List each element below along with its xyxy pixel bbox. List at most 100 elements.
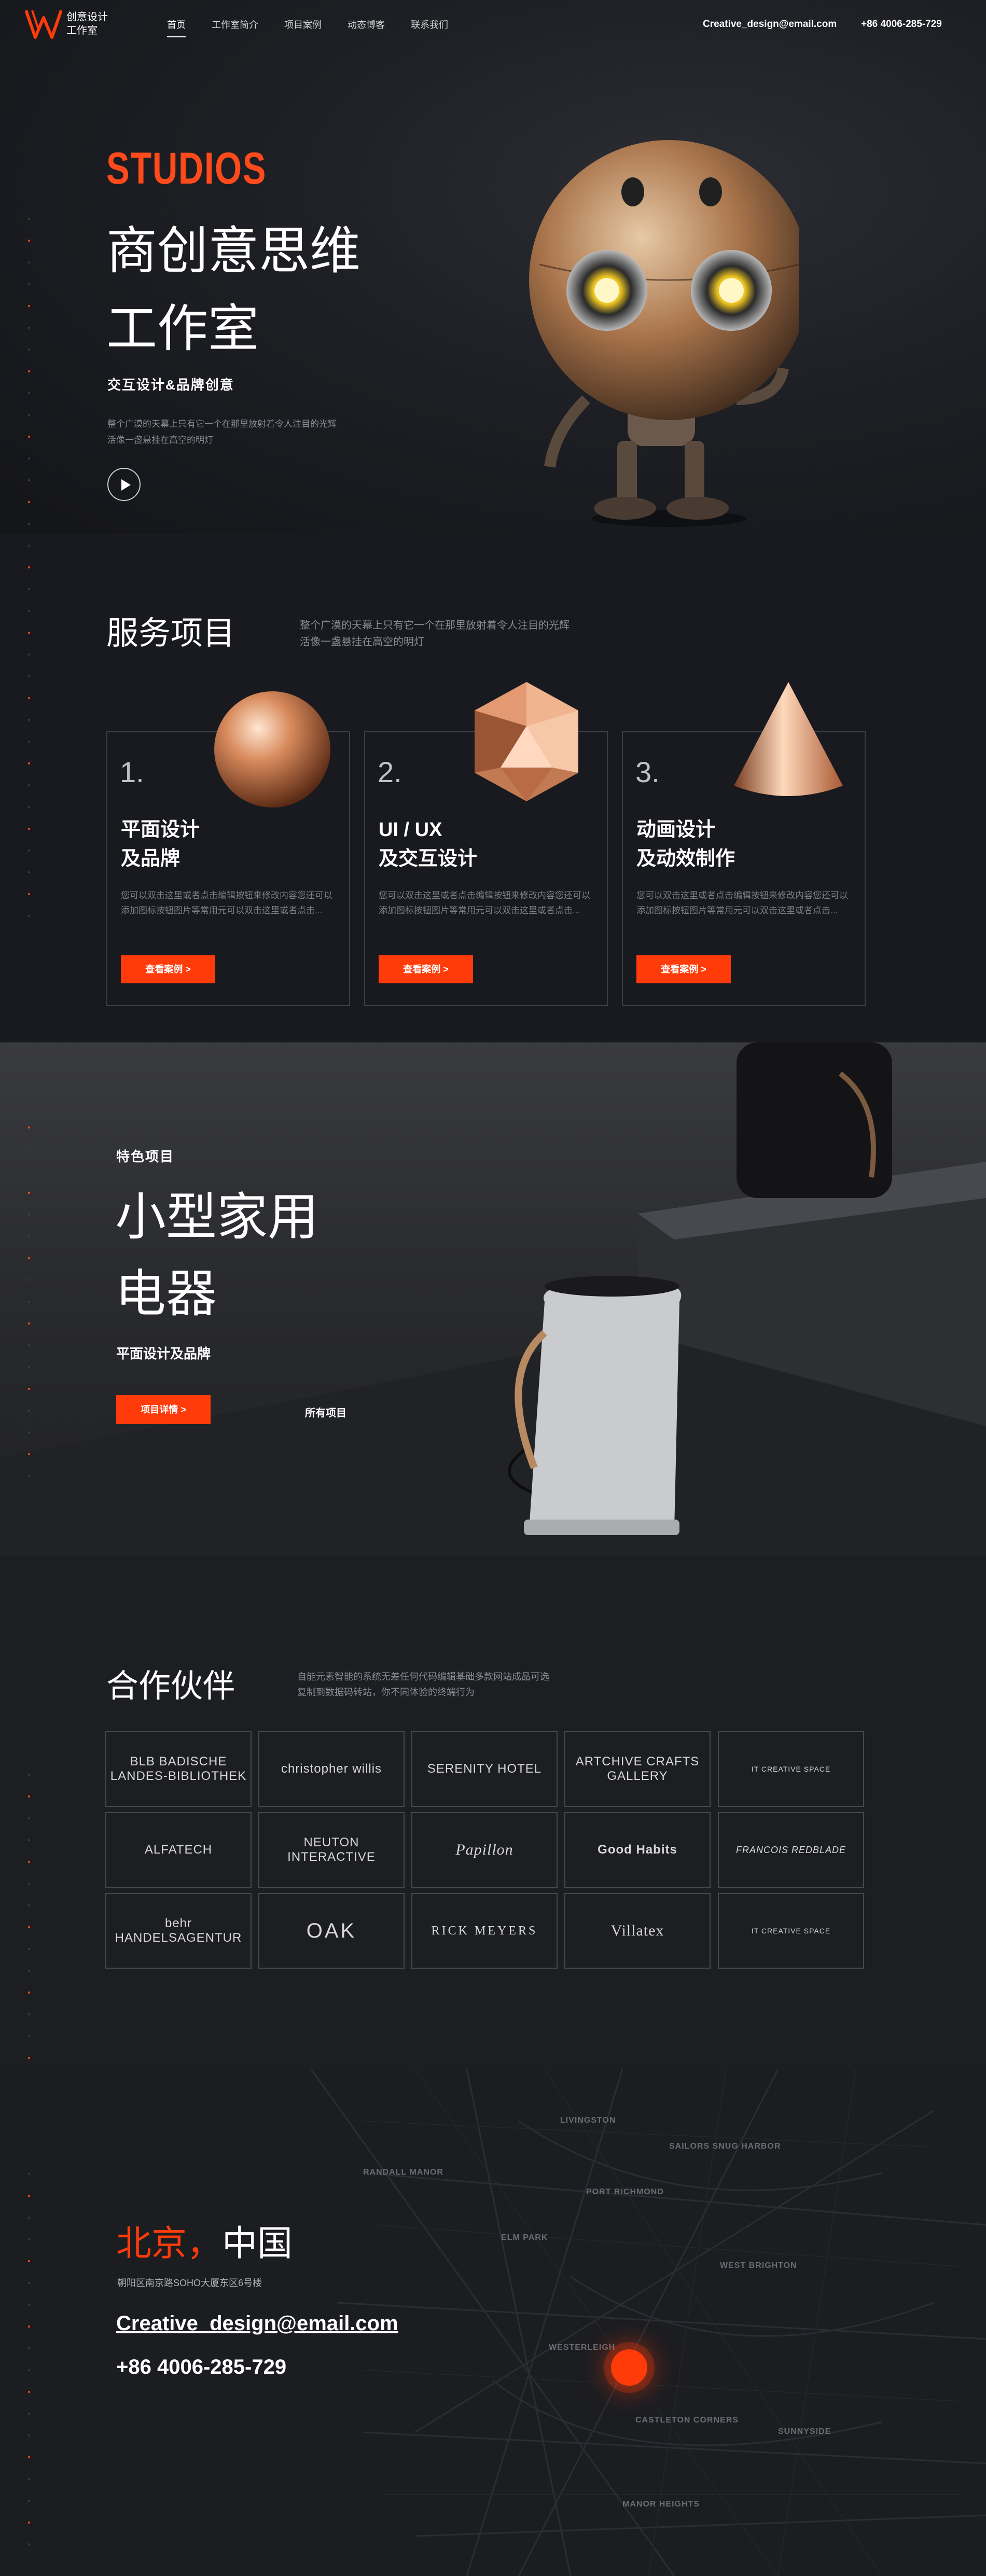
main-nav: 首页 工作室简介 项目案例 动态博客 联系我们 (167, 18, 474, 37)
play-icon[interactable] (107, 468, 141, 501)
partner-logo[interactable]: NEUTON INTERACTIVE (258, 1812, 405, 1888)
map-label: PORT RICHMOND (586, 2188, 664, 2196)
location-pin-icon[interactable] (611, 2349, 647, 2386)
map-label: LIVINGSTON (560, 2116, 616, 2125)
hero-description: 整个广漠的天幕上只有它一个在那里放射着令人注目的光辉 活像一盏悬挂在高空的明灯 (107, 416, 362, 448)
card-title-line2: 及交互设计 (379, 848, 478, 870)
side-dot (28, 588, 30, 590)
side-dot (28, 2013, 30, 2015)
hero-title: 商创意思维 工作室 (106, 212, 360, 367)
hero-desc-line2: 活像一盏悬挂在高空的明灯 (107, 435, 213, 445)
partner-logo-text: Villatex (610, 1922, 664, 1939)
contact-phone[interactable]: +86 4006-285-729 (116, 2356, 286, 2379)
side-dot (28, 2035, 30, 2037)
card-number: 2. (378, 756, 402, 788)
hero-subtitle: 交互设计&品牌创意 (107, 377, 234, 393)
contact-address: 朝阳区南京路SOHO大厦东区6号楼 (117, 2278, 262, 2288)
logo-text[interactable]: 创意设计 工作室 (66, 10, 108, 37)
partners-section: 合作伙伴 自能元素智能的系统无差任何代码编辑基础多款网站成品可选 复制到数据码转… (0, 1556, 986, 2146)
side-dot (28, 1126, 30, 1129)
partner-logo[interactable]: Papillon (411, 1812, 558, 1888)
services-desc-line1: 整个广漠的天幕上只有它一个在那里放射着令人注目的光辉 (300, 620, 570, 631)
side-dot (28, 2260, 30, 2262)
side-dot (28, 2057, 30, 2059)
side-dot (28, 762, 30, 764)
project-details-button[interactable]: 项目详情 > (116, 1395, 211, 1424)
all-projects-link[interactable]: 所有项目 (305, 1404, 346, 1419)
side-dot (28, 871, 30, 873)
partner-logo[interactable]: BLB BADISCHE LANDES-BIBLIOTHEK (105, 1731, 252, 1807)
logo-icon[interactable] (25, 6, 62, 40)
card-title-line2: 及品牌 (121, 848, 180, 870)
side-dot (28, 1235, 30, 1237)
partner-logo-text: RICK MEYERS (431, 1924, 538, 1938)
partner-logo-text: NEUTON INTERACTIVE (287, 1835, 376, 1864)
partner-logo[interactable]: christopher willis (258, 1731, 405, 1807)
partner-logo[interactable]: ALFATECH (105, 1812, 252, 1888)
side-dot (28, 436, 30, 438)
partner-logo[interactable]: IT CREATIVE SPACE (718, 1893, 864, 1969)
logo-line2: 工作室 (66, 25, 98, 36)
side-dot (28, 1992, 30, 1994)
featured-title-line1: 小型家用 (115, 1188, 319, 1245)
side-dot (28, 806, 30, 808)
hero-title-line2: 工作室 (106, 300, 259, 357)
header-phone[interactable]: +86 4006-285-729 (861, 19, 942, 30)
side-dot (28, 1366, 30, 1368)
contact-email[interactable]: Creative_design@email.com (116, 2312, 398, 2335)
partner-logo[interactable]: RICK MEYERS (411, 1893, 558, 1969)
partner-logo[interactable]: Good Habits (564, 1812, 711, 1888)
map-label: WESTERLEIGH (549, 2343, 616, 2352)
side-dot (28, 1926, 30, 1928)
side-dot (28, 1344, 30, 1346)
side-dot (28, 566, 30, 568)
nav-contact[interactable]: 联系我们 (411, 18, 448, 37)
map-label: CASTLETON CORNERS (635, 2416, 739, 2425)
side-dot (28, 2543, 30, 2545)
side-dot (28, 2217, 30, 2219)
side-dot (28, 1861, 30, 1863)
side-dot (28, 2500, 30, 2502)
card-title: 动画设计 及动效制作 (636, 815, 735, 873)
side-dot (28, 2347, 30, 2349)
side-dot (28, 327, 30, 329)
card-text: 您可以双击这里或者点击编辑按钮来修改内容您还可以添加图标按钮图片等常用元可以双击… (379, 890, 590, 915)
nav-projects[interactable]: 项目案例 (284, 18, 322, 37)
partners-desc-line2: 复制到数据码转站，你不同体验的终端行为 (297, 1687, 475, 1697)
nav-home[interactable]: 首页 (167, 18, 186, 37)
side-dot (28, 349, 30, 351)
side-dot (28, 1105, 30, 1107)
side-dot (28, 240, 30, 242)
side-dot (28, 1948, 30, 1950)
partner-logo[interactable]: SERENITY HOTEL (411, 1731, 558, 1807)
side-dot (28, 1795, 30, 1798)
side-dot (28, 2478, 30, 2480)
partner-logo[interactable]: IT CREATIVE SPACE (718, 1731, 864, 1807)
side-dot (28, 1970, 30, 1972)
partner-logo[interactable]: behr HANDELSAGENTUR (105, 1893, 252, 1969)
nav-studio-intro[interactable]: 工作室简介 (212, 18, 258, 37)
side-dot (28, 1774, 30, 1776)
side-dot (28, 2304, 30, 2306)
partner-logo[interactable]: FRANCOIS REDBLADE (718, 1812, 864, 1888)
side-dot (28, 523, 30, 525)
partner-logo-text: ARTCHIVE CRAFTS GALLERY (575, 1755, 700, 1783)
hero-desc-line1: 整个广漠的天幕上只有它一个在那里放射着令人注目的光辉 (107, 419, 337, 429)
card-title-line1: 动画设计 (636, 819, 716, 841)
side-dot (28, 1214, 30, 1216)
partner-logo[interactable]: OAK (258, 1893, 405, 1969)
side-dot (28, 2522, 30, 2524)
view-cases-button[interactable]: 查看案例 > (379, 955, 473, 983)
copper-cone-icon (734, 682, 843, 796)
services-title: 服务项目 (106, 616, 235, 651)
view-cases-button[interactable]: 查看案例 > (121, 955, 215, 983)
partner-logo[interactable]: Villatex (564, 1893, 711, 1969)
side-dot (28, 501, 30, 503)
contact-section: PORT RICHMOND ELM PARK WEST BRIGHTON WES… (0, 2069, 986, 2576)
view-cases-button[interactable]: 查看案例 > (636, 955, 731, 983)
partner-logo[interactable]: ARTCHIVE CRAFTS GALLERY (564, 1731, 711, 1807)
partner-logo-text: ALFATECH (144, 1843, 213, 1857)
side-dot (28, 2326, 30, 2328)
nav-blog[interactable]: 动态博客 (348, 18, 385, 37)
header-email[interactable]: Creative_design@email.com (703, 19, 837, 30)
